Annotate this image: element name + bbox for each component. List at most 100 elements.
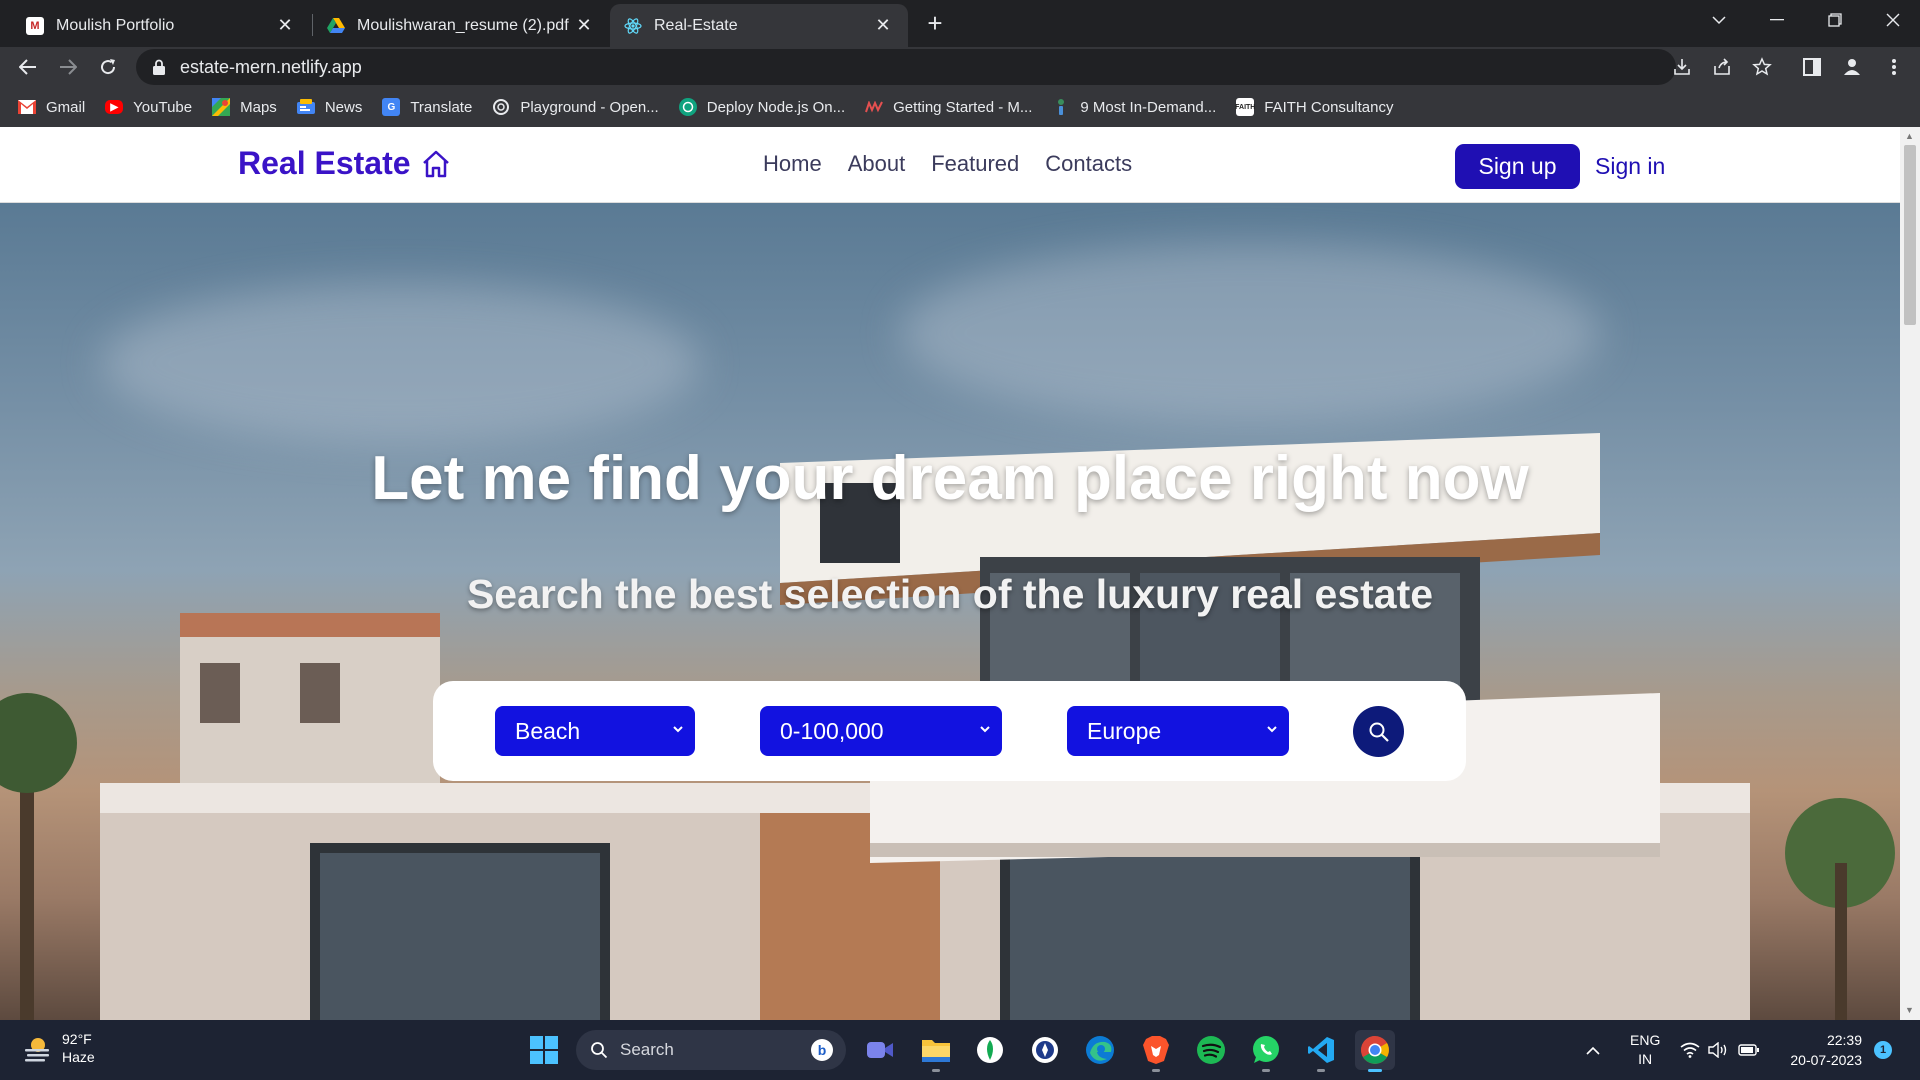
bookmark-news[interactable]: News	[296, 98, 362, 116]
search-button[interactable]	[1353, 706, 1404, 757]
bookmark-translate[interactable]: G Translate	[382, 98, 472, 116]
bookmark-playground[interactable]: Playground - Open...	[492, 98, 659, 116]
whatsapp-icon	[1253, 1036, 1279, 1063]
bookmark-maps[interactable]: Maps	[212, 98, 277, 116]
openai-icon	[492, 98, 510, 116]
property-type-select[interactable]: Beach	[495, 706, 695, 756]
profile-icon[interactable]	[1838, 53, 1866, 81]
region-code: IN	[1638, 1051, 1653, 1067]
forward-button[interactable]	[52, 51, 84, 83]
google-drive-icon	[327, 17, 345, 35]
chevron-up-icon	[1586, 1046, 1600, 1055]
vscode-app[interactable]	[1301, 1030, 1341, 1072]
bookmark-star-icon[interactable]	[1748, 53, 1776, 81]
tab-title: Moulish Portfolio	[56, 16, 175, 34]
maps-icon	[212, 98, 231, 116]
tab-title: Moulishwaran_resume (2).pdf - G	[357, 16, 573, 34]
taskbar-search[interactable]: Search b	[576, 1030, 846, 1070]
close-icon[interactable]: ✕	[872, 15, 894, 37]
brand-name: Real Estate	[238, 145, 411, 181]
search-icon	[591, 1042, 608, 1059]
bookmark-gmail[interactable]: Gmail	[18, 98, 85, 116]
bookmark-faith-consultancy[interactable]: FAITH FAITH Consultancy	[1235, 98, 1393, 116]
weather-widget[interactable]: 92°F Haze	[22, 1030, 95, 1066]
close-icon[interactable]: ✕	[573, 15, 595, 37]
notification-badge[interactable]: 1	[1874, 1020, 1892, 1080]
install-app-icon[interactable]	[1668, 53, 1696, 81]
back-button[interactable]	[12, 51, 44, 83]
sign-up-button[interactable]: Sign up	[1455, 144, 1580, 189]
site-logo[interactable]: Real Estate	[238, 145, 451, 182]
close-icon[interactable]: ✕	[274, 15, 296, 37]
address-bar[interactable]: estate-mern.netlify.app	[136, 49, 1676, 85]
system-clock[interactable]: 22:39 20-07-2023	[1780, 1030, 1862, 1070]
bookmark-getting-started[interactable]: Getting Started - M...	[865, 98, 1032, 116]
tab-resume-pdf[interactable]: Moulishwaran_resume (2).pdf - G ✕	[313, 4, 609, 47]
chrome-app[interactable]	[1355, 1030, 1395, 1072]
nav-links: Home About Featured Contacts	[763, 151, 1158, 177]
mongodb-compass-app[interactable]	[970, 1030, 1010, 1070]
sign-in-link[interactable]: Sign in	[1595, 153, 1665, 180]
new-tab-button[interactable]: +	[920, 8, 950, 38]
article-icon	[1052, 98, 1070, 116]
spotify-app[interactable]	[1191, 1030, 1231, 1070]
language-indicator[interactable]: ENG IN	[1630, 1020, 1660, 1080]
scroll-up-arrow-icon[interactable]: ▲	[1905, 131, 1915, 141]
menu-kebab-icon[interactable]	[1880, 53, 1908, 81]
tab-title: Real-Estate	[654, 16, 738, 34]
bookmark-label: Getting Started - M...	[893, 98, 1033, 116]
bookmark-youtube[interactable]: ▶ YouTube	[105, 99, 192, 116]
bookmark-label: Playground - Open...	[520, 98, 659, 116]
start-button[interactable]	[524, 1030, 564, 1070]
side-panel-icon[interactable]	[1798, 53, 1826, 81]
region-select[interactable]: Europe	[1067, 706, 1289, 756]
edge-browser-app[interactable]	[1080, 1030, 1120, 1070]
mongodb-app[interactable]	[1025, 1030, 1065, 1070]
react-icon	[624, 17, 642, 35]
price-range-select[interactable]: 0-100,000	[760, 706, 1002, 756]
share-icon[interactable]	[1708, 53, 1736, 81]
active-indicator	[1368, 1069, 1382, 1072]
nav-about-link[interactable]: About	[848, 151, 906, 177]
close-window-button[interactable]	[1864, 0, 1920, 40]
scroll-down-arrow-icon[interactable]: ▼	[1905, 1005, 1915, 1015]
whatsapp-app[interactable]	[1246, 1030, 1286, 1072]
nav-home-link[interactable]: Home	[763, 151, 822, 177]
tab-search-chevron-icon[interactable]	[1690, 0, 1748, 40]
bing-icon[interactable]: b	[810, 1038, 834, 1067]
brave-browser-app[interactable]	[1136, 1030, 1176, 1072]
file-explorer-app[interactable]	[916, 1030, 956, 1072]
chatgpt-icon	[678, 98, 697, 116]
nav-featured-link[interactable]: Featured	[931, 151, 1019, 177]
teams-meet-app[interactable]	[860, 1030, 900, 1070]
nav-contacts-link[interactable]: Contacts	[1045, 151, 1132, 177]
home-icon	[422, 150, 449, 177]
running-indicator	[1152, 1069, 1160, 1072]
price-range-value: 0-100,000	[780, 717, 884, 744]
clock-time: 22:39	[1826, 1032, 1862, 1048]
restore-button[interactable]	[1806, 0, 1864, 40]
language-code: ENG	[1630, 1032, 1661, 1048]
volume-icon	[1708, 1042, 1727, 1058]
hero-section: Let me find your dream place right now S…	[0, 203, 1900, 1020]
bookmark-in-demand[interactable]: 9 Most In-Demand...	[1052, 98, 1216, 116]
tab-real-estate[interactable]: Real-Estate ✕	[610, 4, 908, 47]
bookmark-deploy-node[interactable]: Deploy Node.js On...	[678, 98, 845, 116]
system-tray-quick-settings[interactable]	[1680, 1020, 1760, 1080]
wifi-icon	[1680, 1042, 1700, 1058]
show-hidden-icons-button[interactable]	[1586, 1020, 1600, 1080]
bookmark-label: Gmail	[46, 98, 86, 116]
lock-icon	[153, 59, 165, 75]
mongodb-leaf-icon	[977, 1037, 1003, 1063]
scrollbar-thumb[interactable]	[1904, 145, 1916, 325]
video-camera-icon	[867, 1042, 893, 1058]
folder-icon	[922, 1040, 950, 1062]
minimize-button[interactable]	[1748, 0, 1806, 40]
faith-icon: FAITH	[1235, 98, 1255, 116]
page-scrollbar[interactable]: ▲ ▼	[1900, 127, 1920, 1020]
running-indicator	[1262, 1069, 1270, 1072]
running-indicator	[932, 1069, 940, 1072]
tab-moulish-portfolio[interactable]: M Moulish Portfolio ✕	[12, 4, 310, 47]
reload-button[interactable]	[92, 51, 124, 83]
brave-lion-icon	[1143, 1036, 1169, 1064]
